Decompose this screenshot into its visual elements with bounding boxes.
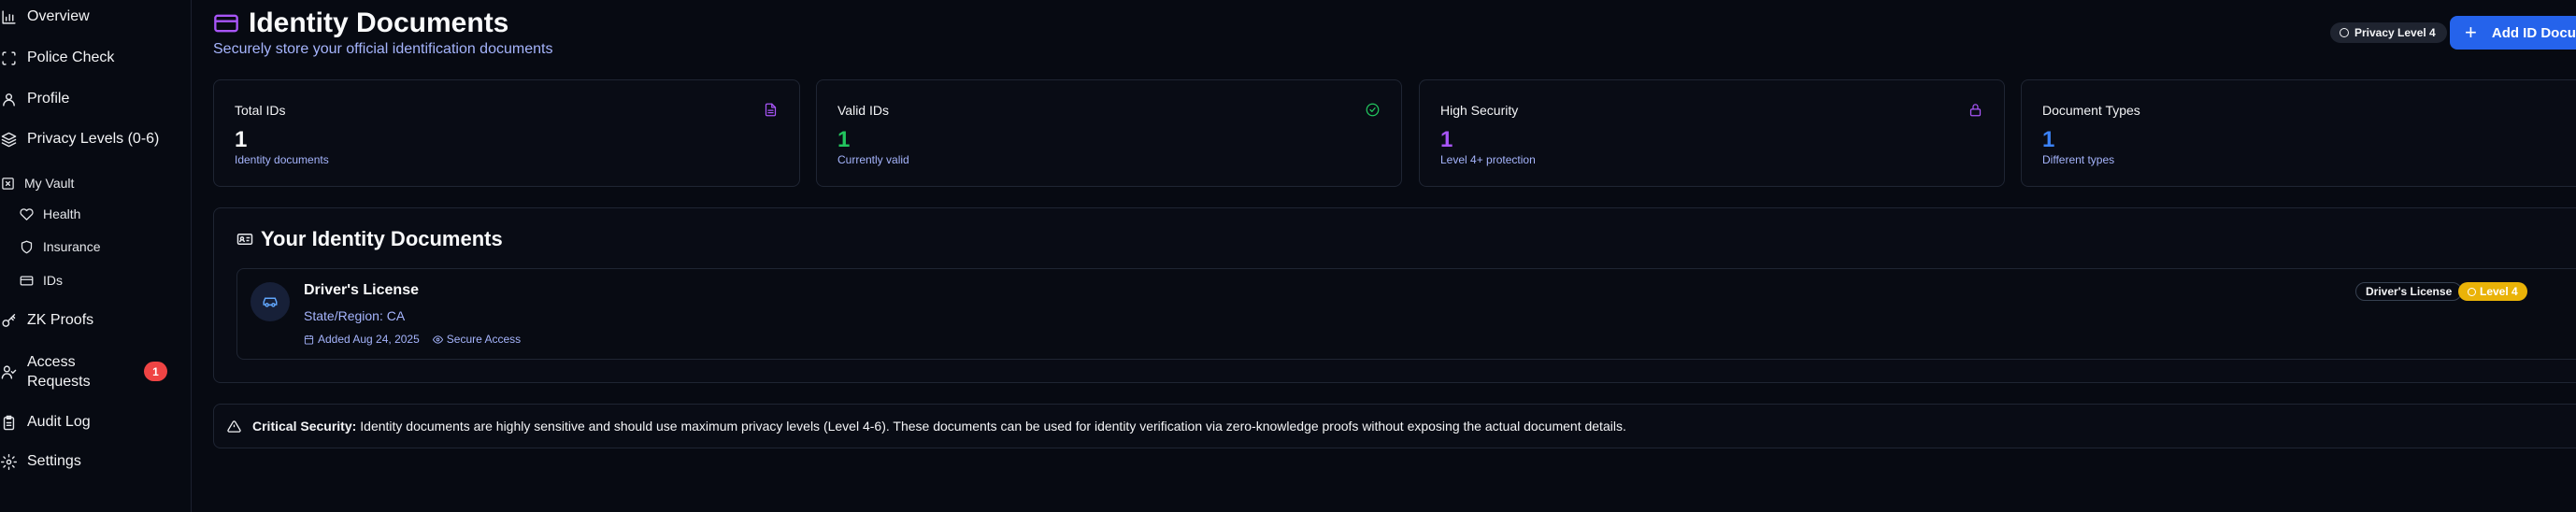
critical-security-alert: Critical Security: Identity documents ar… xyxy=(213,404,2576,448)
page-title: Identity Documents xyxy=(249,7,509,38)
bar-chart-icon xyxy=(0,8,17,25)
key-icon xyxy=(0,312,17,329)
warning-icon xyxy=(227,420,241,433)
page-header: Identity Documents xyxy=(213,7,508,39)
sidebar-item-insurance[interactable]: Insurance xyxy=(19,239,100,254)
sidebar-item-label: Profile xyxy=(27,91,70,107)
sidebar-item-label: Health xyxy=(43,206,81,221)
gear-icon xyxy=(0,453,17,470)
sidebar-item-label-group: Access Requests xyxy=(27,352,91,391)
sidebar-item-my-vault[interactable]: My Vault xyxy=(0,176,74,191)
document-type-badge: Driver's License xyxy=(2355,282,2463,301)
stat-value: 1 xyxy=(1440,127,1453,152)
stat-title: High Security xyxy=(1440,103,1519,118)
document-name: Driver's License xyxy=(304,282,419,298)
sidebar-item-audit-log[interactable]: Audit Log xyxy=(0,414,91,431)
stat-subtitle: Currently valid xyxy=(837,153,909,166)
sidebar-item-label: IDs xyxy=(43,273,63,288)
stat-value: 1 xyxy=(837,127,851,152)
check-circle-icon xyxy=(1366,103,1381,118)
id-card-icon xyxy=(19,273,34,288)
document-avatar xyxy=(250,282,290,321)
add-id-document-button[interactable]: + Add ID Document xyxy=(2450,16,2576,50)
sidebar-item-label: Insurance xyxy=(43,239,101,254)
user-icon xyxy=(0,91,17,107)
stat-card-valid-ids: Valid IDs 1 Currently valid xyxy=(816,79,1402,187)
add-button-label: Add ID Document xyxy=(2491,24,2576,41)
sidebar-item-profile[interactable]: Profile xyxy=(0,91,69,107)
car-icon xyxy=(263,297,278,307)
sidebar-item-label: Police Check xyxy=(27,50,115,65)
stat-subtitle: Different types xyxy=(2042,153,2115,166)
file-icon xyxy=(764,103,779,118)
sidebar-item-health[interactable]: Health xyxy=(19,206,80,221)
sidebar-item-label: Settings xyxy=(27,453,81,469)
sidebar-item-label: Audit Log xyxy=(27,414,91,430)
circle-icon xyxy=(2468,287,2476,296)
document-region: State/Region: CA xyxy=(304,308,406,323)
circle-icon xyxy=(2340,28,2349,37)
credit-card-icon xyxy=(214,14,238,33)
heart-icon xyxy=(19,206,34,221)
sidebar-item-zk-proofs[interactable]: ZK Proofs xyxy=(0,312,93,329)
page-subtitle: Securely store your official identificat… xyxy=(213,41,553,57)
sidebar-item-overview[interactable]: Overview xyxy=(0,8,90,25)
document-added-date: Added Aug 24, 2025 xyxy=(318,333,420,346)
document-row[interactable]: Driver's License State/Region: CA Added … xyxy=(236,268,2576,360)
stat-title: Document Types xyxy=(2042,103,2140,118)
stat-value: 1 xyxy=(2042,127,2055,152)
id-badge-icon xyxy=(236,234,253,245)
level-label: Level 4 xyxy=(2480,285,2518,298)
sidebar-item-ids[interactable]: IDs xyxy=(19,273,63,288)
stat-subtitle: Identity documents xyxy=(235,153,329,166)
privacy-level-badge: Privacy Level 4 xyxy=(2330,22,2447,43)
privacy-level-badge: Level 4 xyxy=(2458,282,2527,301)
stat-card-total-ids: Total IDs 1 Identity documents xyxy=(213,79,800,187)
sidebar-item-settings[interactable]: Settings xyxy=(0,453,81,470)
main-content: Identity Documents Securely store your o… xyxy=(193,0,2576,512)
document-access-label: Secure Access xyxy=(446,333,522,346)
sidebar-item-label: Access xyxy=(27,354,76,370)
sidebar-item-access-requests[interactable]: Access Requests xyxy=(0,352,91,391)
sidebar-item-police-check[interactable]: Police Check xyxy=(0,50,114,66)
alert-label: Critical Security: xyxy=(252,419,357,434)
stat-title: Total IDs xyxy=(235,103,286,118)
access-requests-badge: 1 xyxy=(144,362,167,381)
document-access: Secure Access xyxy=(432,333,522,346)
shield-icon xyxy=(19,239,34,254)
sidebar-item-label: ZK Proofs xyxy=(27,312,94,328)
document-added: Added Aug 24, 2025 xyxy=(304,333,420,346)
privacy-level-label: Privacy Level 4 xyxy=(2354,26,2436,39)
panel-header: Your Identity Documents xyxy=(236,227,503,251)
identity-documents-panel: Your Identity Documents Driver's License… xyxy=(213,207,2576,383)
stat-card-high-security: High Security 1 Level 4+ protection xyxy=(1419,79,2005,187)
sidebar-item-label: My Vault xyxy=(24,176,75,191)
alert-text: Identity documents are highly sensitive … xyxy=(360,419,1626,434)
sidebar-item-privacy-levels[interactable]: Privacy Levels (0-6) xyxy=(0,131,159,148)
vault-icon xyxy=(0,176,15,191)
plus-icon: + xyxy=(2465,21,2477,44)
stat-value: 1 xyxy=(235,127,248,152)
stat-title: Valid IDs xyxy=(837,103,889,118)
calendar-icon xyxy=(304,334,314,345)
sidebar-item-label: Privacy Levels (0-6) xyxy=(27,131,160,147)
clipboard-icon xyxy=(0,414,17,431)
eye-icon xyxy=(432,334,443,344)
scan-icon xyxy=(0,50,17,66)
sidebar: Overview Police Check Profile Privacy Le… xyxy=(0,0,192,512)
sidebar-item-label: Overview xyxy=(27,8,90,24)
layers-icon xyxy=(0,131,17,148)
app-root: Overview Police Check Profile Privacy Le… xyxy=(0,0,2576,512)
stat-subtitle: Level 4+ protection xyxy=(1440,153,1536,166)
sidebar-item-label-line2: Requests xyxy=(27,374,91,390)
panel-title: Your Identity Documents xyxy=(261,227,503,250)
document-meta: Added Aug 24, 2025 Secure Access xyxy=(304,333,521,346)
stat-card-document-types: Document Types 1 Different types xyxy=(2021,79,2576,187)
user-check-icon xyxy=(0,363,17,380)
lock-icon xyxy=(1968,103,1983,118)
